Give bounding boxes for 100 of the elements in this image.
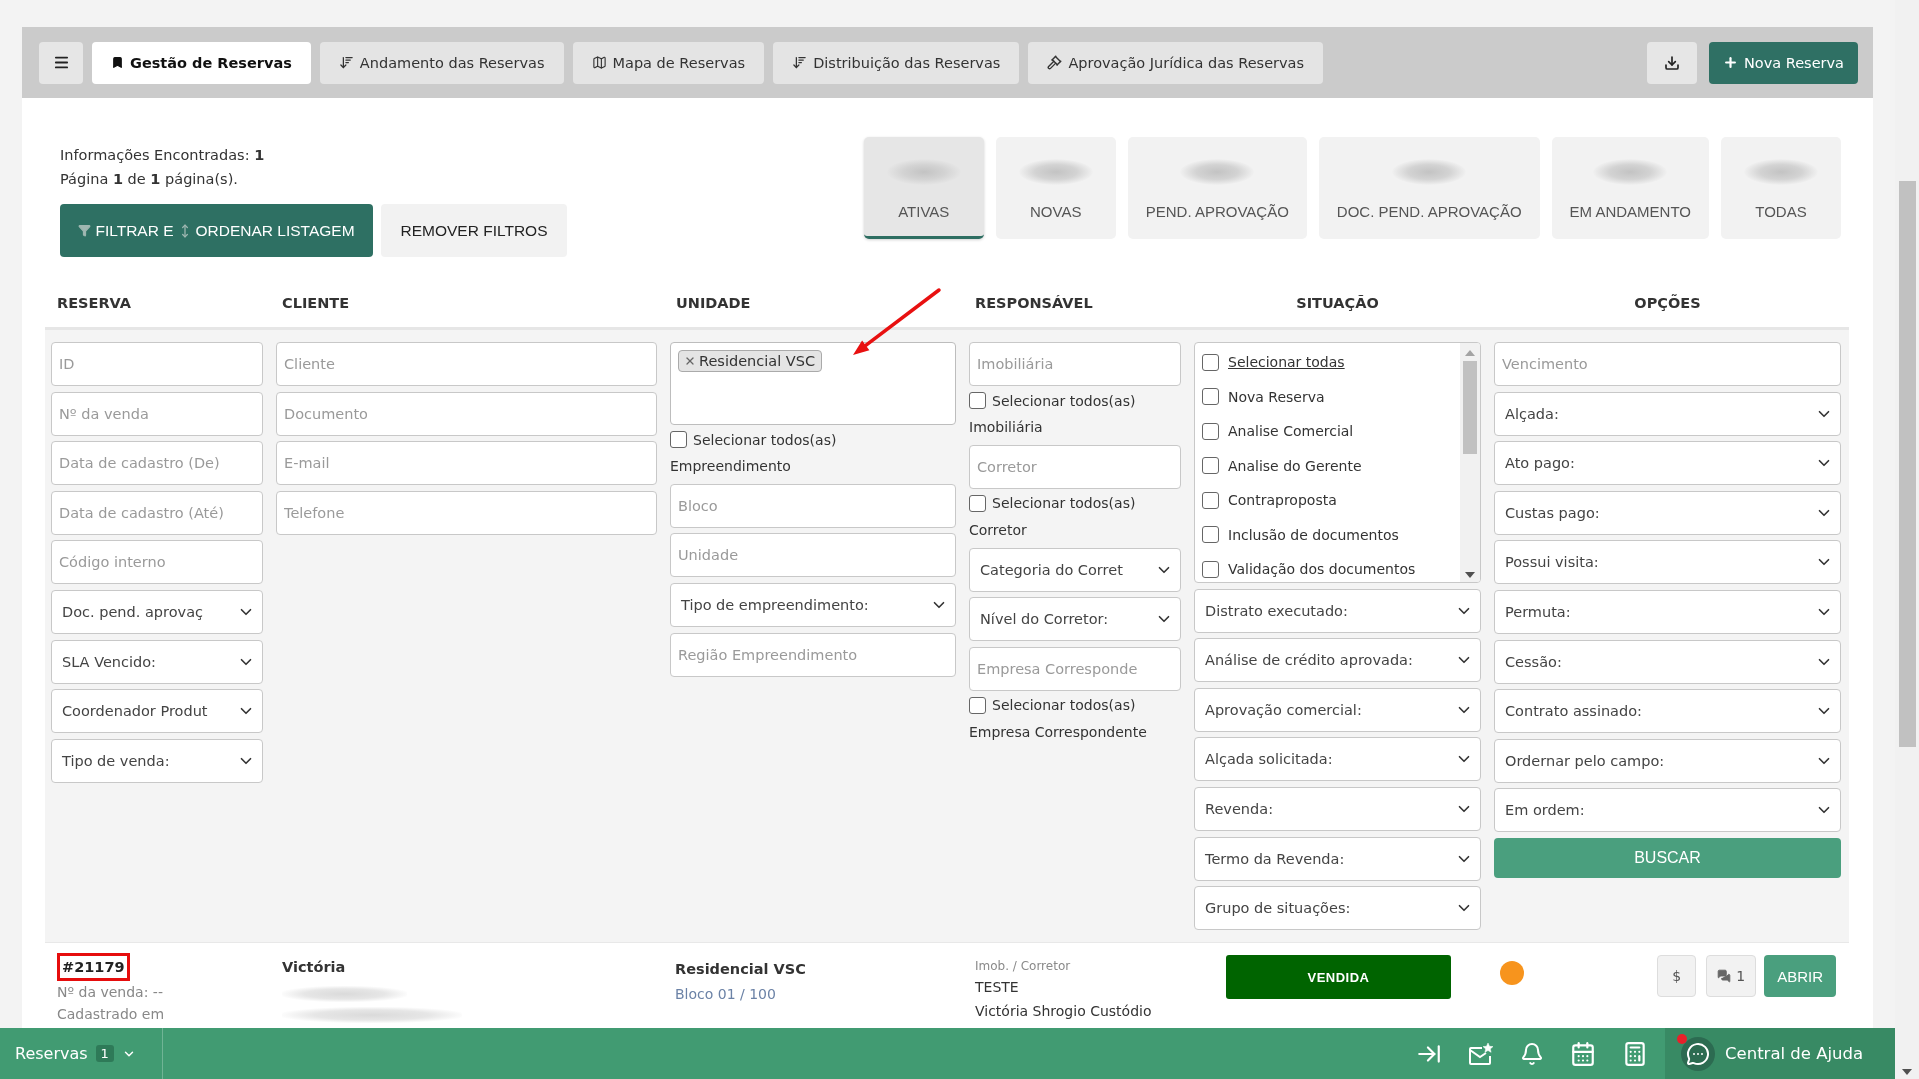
dropdown-field[interactable]: Aprovação comercial: [1194,687,1481,732]
new-reservation-button[interactable]: Nova Reserva [1708,41,1858,84]
nav-tab[interactable]: Mapa de Reservas [572,41,765,84]
menu-button[interactable] [39,41,83,84]
option-label[interactable]: Contraproposta [1228,492,1337,509]
input-field[interactable]: Bloco [670,483,956,528]
dropdown-field[interactable]: Contrato assinado: [1494,689,1841,734]
dropdown-field[interactable]: Doc. pend. aprovaç [51,589,263,634]
column-header: SITUAÇÃO [1295,295,1380,311]
status-card[interactable]: ATIVAS [863,137,984,239]
dropdown-field[interactable]: Cessão: [1494,639,1841,684]
field-label: Imobiliária [969,418,1044,438]
dropdown-field[interactable]: Custas pago: [1494,490,1841,535]
input-field[interactable]: Região Empreendimento [670,632,956,677]
input-field[interactable]: E-mail [276,441,657,486]
input-field[interactable]: Nº da venda [51,391,263,436]
checkbox[interactable] [1202,526,1219,544]
checkbox[interactable] [969,696,986,714]
tag-input-field[interactable]: Residencial VSC [670,342,956,425]
help-center-button[interactable]: Central de Ajuda [1665,1028,1895,1079]
dropdown-field[interactable]: SLA Vencido: [51,639,263,684]
dropdown-field[interactable]: Análise de crédito aprovada: [1194,638,1481,683]
dropdown-field[interactable]: Ato pago: [1494,441,1841,486]
option-label[interactable]: Analise do Gerente [1228,457,1362,474]
nav-tab[interactable]: Gestão de Reservas [92,41,311,84]
status-card[interactable]: PEND. APROVAÇÃO [1127,137,1307,239]
option-label[interactable]: Validação dos documentos [1228,561,1416,578]
checkbox[interactable] [1202,491,1219,509]
nav-tab[interactable]: Aprovação Jurídica das Reservas [1028,41,1324,84]
nav-tab[interactable]: Distribuição das Reservas [773,41,1020,84]
column-header: RESERVA [56,295,133,311]
input-field[interactable]: Código interno [51,540,263,585]
list-scrollbar[interactable] [1460,343,1480,582]
input-field[interactable]: Data de cadastro (De) [51,441,263,486]
status-card[interactable]: EM ANDAMENTO [1551,137,1709,239]
checkbox[interactable] [969,392,986,410]
close-icon[interactable] [684,355,696,367]
price-button[interactable]: $ [1657,955,1697,998]
option-label[interactable]: Analise Comercial [1228,423,1354,440]
checkbox-label[interactable]: Selecionar todos(as) [693,431,837,448]
select-all-link[interactable]: Selecionar todas [1228,354,1345,371]
input-field[interactable]: Vencimento [1494,342,1841,386]
dropdown-field[interactable]: Nível do Corretor: [969,597,1181,642]
mail-star-icon[interactable] [1468,1041,1494,1066]
scroll-down-icon[interactable] [1465,572,1475,578]
input-field[interactable]: Imobiliária [969,342,1181,386]
status-card-label: PEND. APROVAÇÃO [1145,203,1289,220]
dropdown-field[interactable]: Ordernar pelo campo: [1494,738,1841,783]
download-button[interactable] [1646,41,1697,84]
dropdown-field[interactable]: Em ordem: [1494,788,1841,833]
map-icon [591,55,607,70]
scroll-thumb[interactable] [1463,361,1477,454]
checkbox[interactable] [969,494,986,512]
option-label[interactable]: Nova Reserva [1228,388,1325,405]
dropdown-field[interactable]: Tipo de empreendimento: [670,582,956,627]
checkbox-label[interactable]: Selecionar todos(as) [992,697,1136,714]
remove-filters-button[interactable]: REMOVER FILTROS [381,204,567,257]
dropdown-field[interactable]: Categoria do Corret [969,547,1181,592]
scroll-thumb[interactable] [1898,181,1916,747]
comments-icon [1717,969,1732,984]
filter-sort-button[interactable]: FILTRAR E ORDENAR LISTAGEM [60,204,373,257]
input-field[interactable]: Empresa Corresponde [969,646,1181,691]
input-field[interactable]: Documento [276,391,657,436]
checkbox-label[interactable]: Selecionar todos(as) [992,392,1136,409]
dropdown-field[interactable]: Alçada solicitada: [1194,737,1481,782]
module-menu[interactable]: Reservas 1 [0,1028,163,1079]
dropdown-field[interactable]: Distrato executado: [1194,588,1481,633]
input-field[interactable]: Telefone [276,490,657,535]
dropdown-field[interactable]: Permuta: [1494,589,1841,634]
comments-button[interactable]: 1 [1706,955,1757,998]
checkbox[interactable] [1202,388,1219,406]
dropdown-field[interactable]: Grupo de situações: [1194,886,1481,931]
checkbox[interactable] [1202,353,1219,371]
checkbox[interactable] [1202,560,1219,578]
checkbox[interactable] [1202,422,1219,440]
nav-tab[interactable]: Andamento das Reservas [319,41,564,84]
dropdown-field[interactable]: Tipo de venda: [51,738,263,783]
input-field[interactable]: Data de cadastro (Até) [51,490,263,535]
scroll-down-icon[interactable] [1902,1069,1912,1075]
option-label[interactable]: Inclusão de documentos [1228,526,1399,543]
gavel-icon [1047,55,1063,70]
dropdown-field[interactable]: Termo da Revenda: [1194,836,1481,881]
input-field[interactable]: Corretor [969,444,1181,489]
input-field[interactable]: ID [51,342,263,386]
dropdown-field[interactable]: Revenda: [1194,786,1481,831]
checkbox[interactable] [1202,457,1219,475]
calendar-icon[interactable] [1570,1040,1596,1067]
status-card[interactable]: DOC. PEND. APROVAÇÃO [1318,137,1540,239]
input-field[interactable]: Cliente [276,342,657,386]
dropdown-field[interactable]: Possui visita: [1494,540,1841,585]
status-card[interactable]: TODAS [1721,137,1841,239]
checkbox[interactable] [670,431,687,449]
input-field[interactable]: Unidade [670,533,956,578]
dropdown-field[interactable]: Alçada: [1494,391,1841,436]
dropdown-field[interactable]: Coordenador Produt [51,689,263,734]
status-card[interactable]: NOVAS [995,137,1116,239]
bell-icon[interactable] [1520,1041,1544,1066]
checkbox-label[interactable]: Selecionar todos(as) [992,495,1136,512]
calculator-icon[interactable] [1622,1040,1648,1067]
notification-dot-icon [1677,1034,1687,1044]
